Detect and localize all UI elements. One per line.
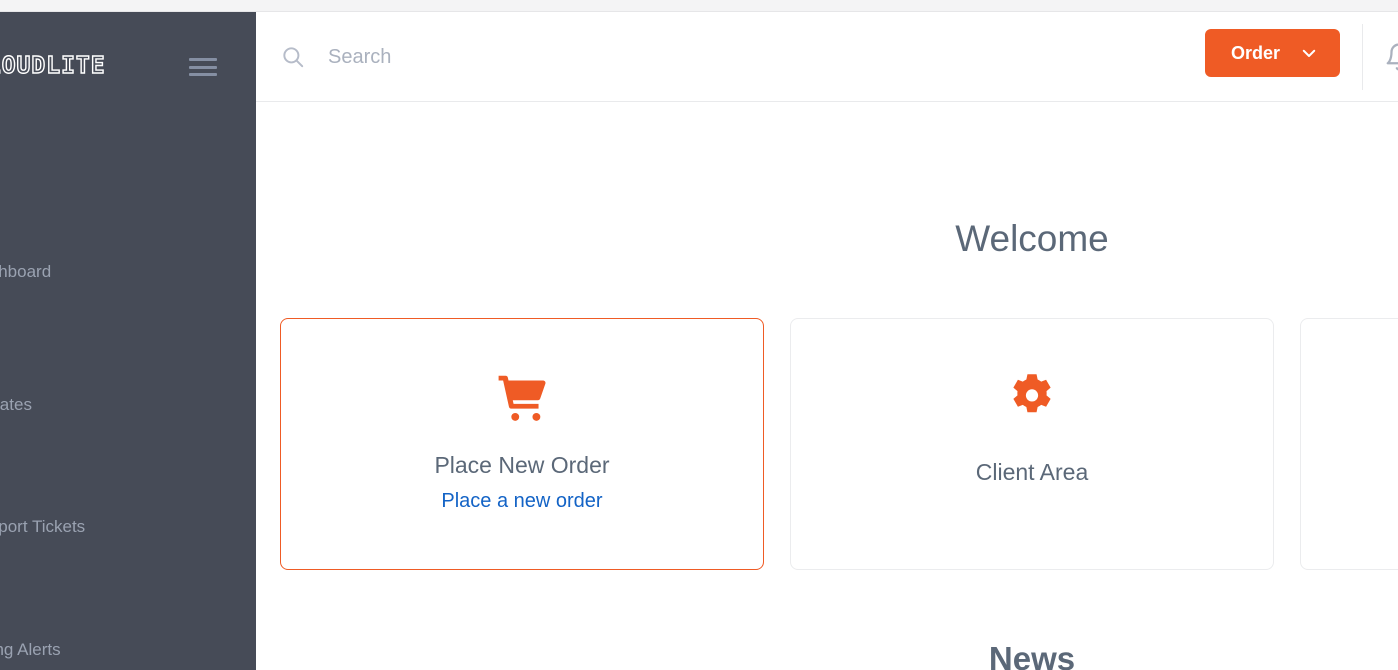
card-title: Place New Order [434,452,610,478]
sidebar-item-support-tickets[interactable]: Support Tickets [0,518,256,535]
card-third-partial[interactable] [1300,318,1398,570]
header-divider [1362,24,1363,90]
order-button[interactable]: Order [1204,29,1340,77]
browser-top-strip [0,0,1398,12]
notification-bell-icon[interactable] [1384,42,1398,72]
sidebar: CLOUDLITE Dashboard T Affiliates Support… [0,12,256,670]
news-section-title: News [988,640,1076,670]
hamburger-bar-2 [189,65,217,69]
hamburger-menu-icon[interactable] [189,56,217,78]
card-client-area[interactable]: Client Area [790,318,1274,570]
sidebar-item-billing-alerts[interactable]: Billing Alerts [0,641,256,658]
hamburger-bar-1 [189,58,217,61]
order-button-label: Order [1230,42,1280,63]
sidebar-item-affiliates[interactable]: Affiliates [0,396,256,413]
quick-action-cards: Place New Order Place a new order Client… [280,318,1398,570]
shopping-cart-icon [281,371,763,425]
hamburger-bar-3 [189,73,217,76]
card-place-new-order[interactable]: Place New Order Place a new order [280,318,764,570]
top-header-bar: Order [256,12,1398,102]
sidebar-header: CLOUDLITE [0,12,256,104]
search-icon[interactable] [280,44,306,70]
search-input[interactable] [328,45,1148,69]
main-content: Welcome Place New Order Place a new orde… [256,102,1398,670]
search-container [280,12,1148,102]
sidebar-item-dashboard[interactable]: Dashboard [0,263,256,280]
card-link-place-new-order[interactable]: Place a new order [281,491,763,511]
gear-icon [791,371,1273,423]
chevron-down-icon [1302,49,1316,57]
brand-logo[interactable]: CLOUDLITE [0,54,106,78]
sidebar-item-truncated[interactable]: T [0,353,256,370]
page-title: Welcome [955,218,1109,259]
card-title: Client Area [975,459,1089,485]
